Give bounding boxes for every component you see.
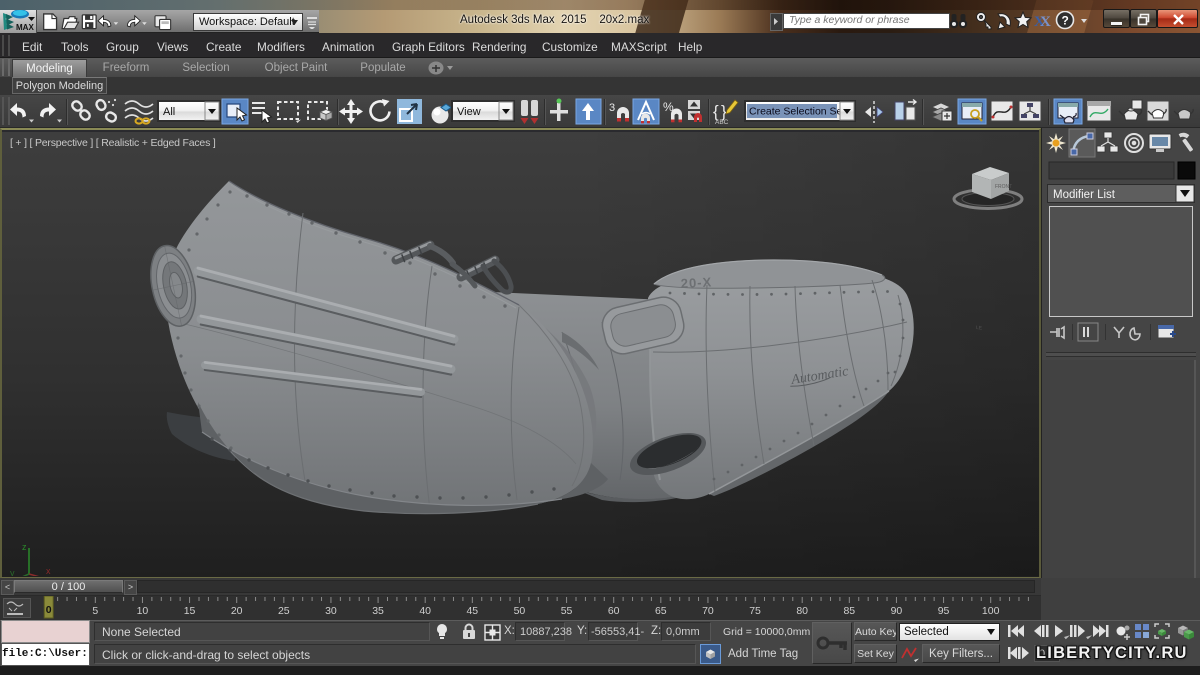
svg-text:25: 25 [278, 605, 290, 617]
svg-text:FRONT: FRONT [995, 184, 1012, 190]
svg-text:?: ? [1062, 14, 1069, 28]
svg-text:55: 55 [561, 605, 573, 617]
svg-text:30: 30 [325, 605, 337, 617]
svg-text:x: x [46, 566, 51, 576]
svg-text:75: 75 [749, 605, 761, 617]
svg-text:Create Selection Se: Create Selection Se [749, 106, 843, 118]
svg-text:80: 80 [796, 605, 808, 617]
svg-text:All: All [163, 106, 175, 118]
svg-text:MAX: MAX [16, 23, 34, 32]
svg-text:70: 70 [702, 605, 714, 617]
svg-text:65: 65 [655, 605, 667, 617]
svg-text:95: 95 [938, 605, 950, 617]
svg-text:35: 35 [372, 605, 384, 617]
svg-text:20-X: 20-X [680, 274, 712, 291]
svg-text:5: 5 [92, 605, 98, 617]
svg-text:15: 15 [184, 605, 196, 617]
svg-text:X: X [1040, 14, 1051, 30]
svg-text:LE: LE [976, 325, 983, 332]
svg-text:3: 3 [609, 102, 615, 114]
svg-text:ABC: ABC [715, 119, 729, 126]
svg-text:y: y [10, 568, 15, 576]
svg-text:40: 40 [419, 605, 431, 617]
svg-text:85: 85 [843, 605, 855, 617]
svg-text:20: 20 [231, 605, 243, 617]
svg-text:50: 50 [514, 605, 526, 617]
svg-text:90: 90 [891, 605, 903, 617]
svg-text:z: z [22, 542, 27, 552]
svg-text:60: 60 [608, 605, 620, 617]
svg-text:100: 100 [982, 605, 1000, 617]
svg-text:45: 45 [466, 605, 478, 617]
svg-text:10: 10 [137, 605, 149, 617]
svg-text:0: 0 [46, 604, 52, 616]
svg-text:View: View [457, 106, 481, 118]
svg-text:Modifier List: Modifier List [1053, 189, 1116, 201]
